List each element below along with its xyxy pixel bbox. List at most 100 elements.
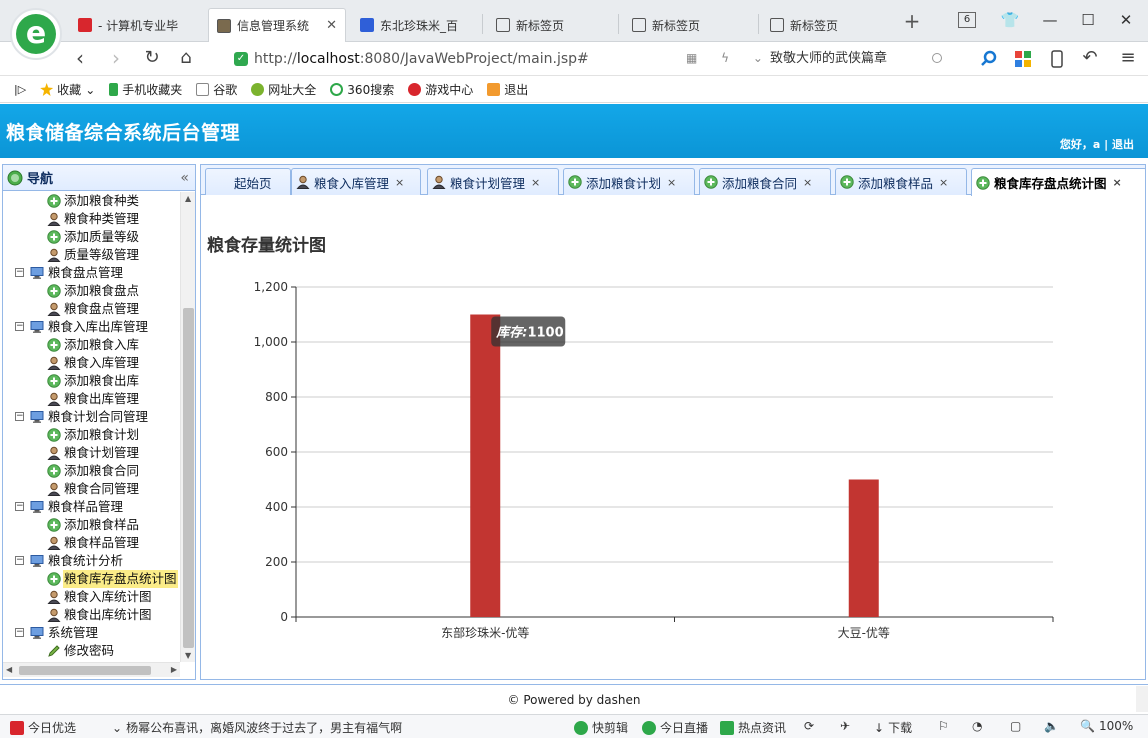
browser-tab[interactable]: 新标签页 xyxy=(488,8,614,42)
nav-folder[interactable]: − 粮食计划合同管理 xyxy=(3,408,179,426)
nav-item-selected[interactable]: 粮食库存盘点统计图 xyxy=(3,570,179,588)
nav-item[interactable]: 质量等级管理 xyxy=(3,246,179,264)
nav-item[interactable]: 添加粮食合同 xyxy=(3,462,179,480)
browser-tab[interactable]: 东北珍珠米_百 xyxy=(352,8,478,42)
content-tab-active[interactable]: 粮食库存盘点统计图 × xyxy=(971,168,1145,196)
refresh-button[interactable]: ↻ xyxy=(140,47,164,71)
nav-folder[interactable]: − 粮食盘点管理 xyxy=(3,264,179,282)
nav-scrollbar-horizontal[interactable]: ◀ ▶ xyxy=(3,662,180,677)
close-tab-icon[interactable]: × xyxy=(531,176,540,189)
content-tab[interactable]: 粮食计划管理 × xyxy=(427,168,559,195)
nav-item[interactable]: 添加粮食种类 xyxy=(3,192,179,210)
nav-folder[interactable]: − 粮食入库出库管理 xyxy=(3,318,179,336)
nav-item[interactable]: 添加粮食计划 xyxy=(3,426,179,444)
close-tab-icon[interactable]: × xyxy=(803,176,812,189)
search-input[interactable]: 致敬大师的武侠篇章 xyxy=(762,47,954,71)
forward-button[interactable]: › xyxy=(104,47,128,71)
nav-item[interactable]: 粮食出库统计图 xyxy=(3,606,179,624)
bookmark-exit[interactable]: 退出 xyxy=(487,81,528,98)
nav-item[interactable]: 添加粮食盘点 xyxy=(3,282,179,300)
nav-item[interactable]: 粮食计划管理 xyxy=(3,444,179,462)
qr-lightning-icon[interactable]: ▦ ϟ ⌄ xyxy=(686,51,773,65)
page-scrollbar[interactable] xyxy=(1136,686,1148,712)
scroll-thumb[interactable] xyxy=(19,666,151,675)
content-tab[interactable]: 起始页 xyxy=(205,168,291,195)
window-icon[interactable]: ▢ xyxy=(1010,719,1021,733)
bookmark-360search[interactable]: 360搜索 xyxy=(330,81,394,98)
content-tab[interactable]: 添加粮食计划 × xyxy=(563,168,695,195)
content-tab[interactable]: 添加粮食样品 × xyxy=(835,168,967,195)
nav-item[interactable]: 粮食种类管理 xyxy=(3,210,179,228)
nav-item[interactable]: 添加粮食入库 xyxy=(3,336,179,354)
close-tab-icon[interactable]: ✕ xyxy=(326,18,337,33)
bookmark-hao[interactable]: 网址大全 xyxy=(251,81,316,98)
close-tab-icon[interactable]: × xyxy=(939,176,948,189)
minimize-button[interactable]: — xyxy=(1040,10,1060,30)
nav-folder[interactable]: − 系统管理 xyxy=(3,624,179,642)
tab-count-badge[interactable]: 6 xyxy=(958,12,976,28)
quick-edit[interactable]: 快剪辑 xyxy=(574,719,628,736)
browser-tab-active[interactable]: 信息管理系统 ✕ xyxy=(208,8,346,42)
flag-icon[interactable]: ⚐ xyxy=(938,719,949,733)
back-button[interactable]: ‹ xyxy=(68,47,92,71)
browser-tab[interactable]: 新标签页 xyxy=(624,8,754,42)
undo-icon[interactable]: ↶ xyxy=(1078,47,1102,71)
news-ticker[interactable]: ⌄ 杨幂公布喜讯，离婚风波终于过去了，男主有福气啊 xyxy=(112,719,402,736)
collapse-toggle-icon[interactable]: − xyxy=(15,412,24,421)
magnifier-icon[interactable] xyxy=(980,50,998,68)
nav-item[interactable]: 粮食入库统计图 xyxy=(3,588,179,606)
content-tab[interactable]: 添加粮食合同 × xyxy=(699,168,831,195)
pin-icon[interactable]: ✈ xyxy=(840,719,850,733)
browser-icon[interactable]: ◔ xyxy=(972,719,982,733)
download[interactable]: ↓ 下载 xyxy=(874,719,912,736)
nav-item[interactable]: 粮食盘点管理 xyxy=(3,300,179,318)
close-tab-icon[interactable]: × xyxy=(395,176,404,189)
sidebar-toggle-icon[interactable]: |▷ xyxy=(14,83,26,96)
content-tab[interactable]: 粮食入库管理 × xyxy=(291,168,421,195)
live-today[interactable]: 今日直播 xyxy=(642,719,708,736)
close-window-button[interactable]: ✕ xyxy=(1116,10,1136,30)
volume-icon[interactable]: 🔈 xyxy=(1044,719,1059,733)
collapse-toggle-icon[interactable]: − xyxy=(15,322,24,331)
browser-logo-icon[interactable]: e xyxy=(10,8,62,60)
nav-item[interactable]: 添加质量等级 xyxy=(3,228,179,246)
nav-item[interactable]: 修改密码 xyxy=(3,642,179,660)
bookmark-google[interactable]: 谷歌 xyxy=(196,81,237,98)
home-button[interactable]: ⌂ xyxy=(174,47,198,71)
close-tab-icon[interactable]: × xyxy=(667,176,676,189)
nav-item[interactable]: 粮食出库管理 xyxy=(3,390,179,408)
nav-item[interactable]: 添加粮食出库 xyxy=(3,372,179,390)
collapse-icon[interactable]: « xyxy=(180,170,189,186)
collapse-toggle-icon[interactable]: − xyxy=(15,268,24,277)
search-icon[interactable] xyxy=(932,53,942,63)
nav-folder[interactable]: − 粮食统计分析 xyxy=(3,552,179,570)
nav-item[interactable]: 粮食合同管理 xyxy=(3,480,179,498)
maximize-button[interactable]: ☐ xyxy=(1078,10,1098,30)
refresh-status-icon[interactable]: ⟳ xyxy=(804,719,814,733)
hot-news[interactable]: 热点资讯 xyxy=(720,719,786,736)
close-tab-icon[interactable]: × xyxy=(1113,176,1122,189)
today-picks[interactable]: 今日优选 xyxy=(10,719,76,736)
zoom[interactable]: 🔍 100% xyxy=(1080,719,1133,733)
bookmark-favorites[interactable]: 收藏 ⌄ xyxy=(40,81,95,98)
bookmark-mobile[interactable]: 手机收藏夹 xyxy=(109,81,182,98)
new-tab-button[interactable]: + xyxy=(902,11,922,32)
nav-item[interactable]: 添加粮食样品 xyxy=(3,516,179,534)
address-bar[interactable]: ✓ http://localhost:8080/JavaWebProject/m… xyxy=(226,47,750,71)
browser-tab[interactable]: - 计算机专业毕 xyxy=(70,8,206,42)
apps-icon[interactable] xyxy=(1014,50,1032,68)
nav-folder[interactable]: − 粮食样品管理 xyxy=(3,498,179,516)
scroll-thumb[interactable] xyxy=(183,308,194,648)
bookmark-games[interactable]: 游戏中心 xyxy=(408,81,473,98)
logout-link[interactable]: 退出 xyxy=(1112,138,1134,151)
phone-icon[interactable] xyxy=(1048,50,1066,68)
nav-scrollbar-vertical[interactable]: ▲ ▼ xyxy=(180,192,195,662)
browser-tab[interactable]: 新标签页 xyxy=(762,8,892,42)
collapse-toggle-icon[interactable]: − xyxy=(15,556,24,565)
collapse-toggle-icon[interactable]: − xyxy=(15,502,24,511)
menu-icon[interactable]: ≡ xyxy=(1116,47,1140,71)
shirt-icon[interactable]: 👕 xyxy=(1000,10,1020,30)
nav-item[interactable]: 粮食样品管理 xyxy=(3,534,179,552)
collapse-toggle-icon[interactable]: − xyxy=(15,628,24,637)
nav-item[interactable]: 粮食入库管理 xyxy=(3,354,179,372)
